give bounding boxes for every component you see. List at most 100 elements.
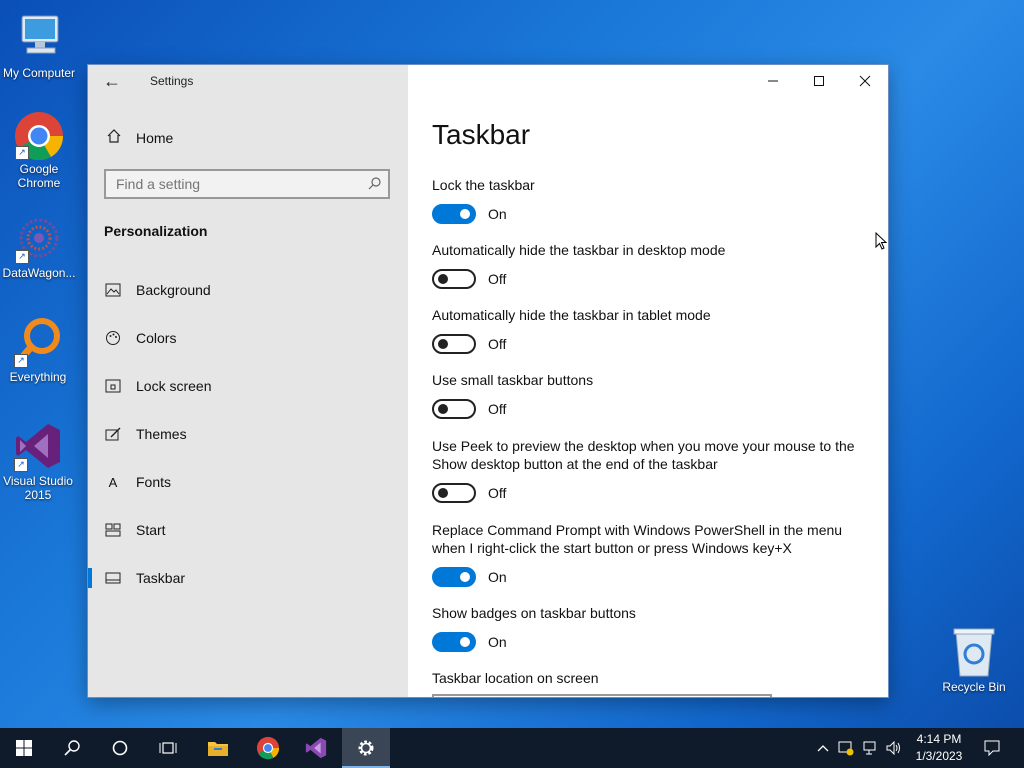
sidebar-item-fonts[interactable]: A Fonts [88,462,408,502]
toggle-switch[interactable] [432,567,476,587]
location-dropdown[interactable] [432,694,772,697]
volume-icon [886,741,900,755]
settings-taskbar-button[interactable] [342,728,390,768]
search-button[interactable] [48,728,96,768]
search-icon[interactable] [368,176,382,190]
back-arrow-icon: ← [103,71,121,91]
search-icon [64,740,80,756]
network-tray-button[interactable] [860,728,882,768]
sidebar-item-themes[interactable]: Themes [88,414,408,454]
toggle-switch[interactable] [432,632,476,652]
sidebar-item-background[interactable]: Background [88,270,408,310]
cortana-icon [112,740,128,756]
colors-icon [104,329,122,347]
setting-label: Taskbar location on screen [432,670,599,686]
chrome-taskbar-button[interactable] [244,728,292,768]
sidebar-item-label: Themes [136,426,187,442]
sidebar-item-start[interactable]: Start [88,510,408,550]
clock-date: 1/3/2023 [915,749,963,763]
toggle-switch[interactable] [432,483,476,503]
taskbar-icon [104,569,122,587]
toggle-switch[interactable] [432,204,476,224]
minimize-button[interactable] [750,65,796,97]
home-icon [104,128,124,148]
setting-small-buttons: Use small taskbar buttons Off [432,371,872,419]
desktop-icon-label: DataWagon... [2,266,76,280]
desktop-icon-datawagon[interactable]: ↗ DataWagon... [1,212,77,280]
mouse-cursor-icon [875,231,889,257]
setting-label: Automatically hide the taskbar in tablet… [432,307,711,323]
back-button[interactable]: ← [100,71,124,91]
close-button[interactable] [842,65,888,97]
toggle-switch[interactable] [432,334,476,354]
security-tray-button[interactable] [836,728,856,768]
setting-label: Replace Command Prompt with Windows Powe… [432,522,843,556]
close-icon [859,75,871,87]
shortcut-arrow-icon: ↗ [14,458,28,472]
start-icon [104,521,122,539]
chrome-icon [256,736,280,760]
desktop-icon-visual-studio[interactable]: ↗ Visual Studio 2015 [0,420,76,502]
windows-logo-icon [16,740,32,756]
section-title: Personalization [104,223,208,239]
setting-autohide-tablet: Automatically hide the taskbar in tablet… [432,306,872,354]
maximize-button[interactable] [796,65,842,97]
sidebar-item-label: Start [136,522,166,538]
lock-screen-icon [104,377,122,395]
toggle-switch[interactable] [432,399,476,419]
clock-time: 4:14 PM [916,732,962,746]
shortcut-arrow-icon: ↗ [14,354,28,368]
sidebar-item-taskbar[interactable]: Taskbar [88,558,408,598]
show-hidden-icons-button[interactable] [814,728,832,768]
notification-icon [984,740,1000,756]
action-center-button[interactable] [978,728,1006,768]
chevron-up-icon [817,745,829,752]
sidebar-item-lock-screen[interactable]: Lock screen [88,366,408,406]
toggle-state: Off [488,401,507,417]
visual-studio-taskbar-button[interactable] [292,728,340,768]
sidebar: ← Settings Home Personalization Backgrou… [88,65,408,697]
task-view-icon [159,742,177,754]
sidebar-item-label: Colors [136,330,177,346]
search-input[interactable] [106,171,366,197]
task-view-button[interactable] [144,728,192,768]
desktop-icon-recycle-bin[interactable]: Recycle Bin [936,626,1012,694]
home-link[interactable]: Home [104,127,173,149]
setting-badges: Show badges on taskbar buttons On [432,604,872,652]
volume-tray-button[interactable] [884,728,904,768]
titlebar: ← Settings [88,65,408,97]
sidebar-item-label: Lock screen [136,378,212,394]
sidebar-item-colors[interactable]: Colors [88,318,408,358]
datawagon-icon: ↗ [13,212,65,264]
taskbar: 4:14 PM 1/3/2023 [0,728,1024,768]
setting-label: Use small taskbar buttons [432,372,594,388]
search-box[interactable] [104,169,390,199]
desktop-icon-label: My Computer [2,66,76,80]
setting-label: Use Peek to preview the desktop when you… [432,438,855,472]
toggle-switch[interactable] [432,269,476,289]
desktop-icon-google-chrome[interactable]: ↗ Google Chrome [1,108,77,190]
desktop-icon-everything[interactable]: ↗ Everything [0,316,76,384]
visual-studio-icon [305,737,327,759]
clock[interactable]: 4:14 PM 1/3/2023 [906,731,972,765]
visual-studio-icon: ↗ [12,420,64,472]
my-computer-icon [13,12,65,64]
toggle-state: On [488,569,507,585]
toggle-state: Off [488,271,507,287]
sidebar-item-label: Background [136,282,211,298]
sidebar-item-label: Taskbar [136,570,186,586]
setting-lock-taskbar: Lock the taskbar On [432,176,872,224]
setting-label: Automatically hide the taskbar in deskto… [432,242,726,258]
setting-autohide-desktop: Automatically hide the taskbar in deskto… [432,241,872,289]
chrome-icon: ↗ [13,108,65,161]
file-explorer-button[interactable] [194,728,242,768]
desktop-icon-label: Recycle Bin [942,680,1006,694]
setting-location: Taskbar location on screen [432,669,872,687]
page-title: Taskbar [432,119,531,150]
everything-search-icon: ↗ [12,316,64,368]
security-alert-icon [838,741,854,756]
cortana-button[interactable] [96,728,144,768]
desktop-icon-my-computer[interactable]: My Computer [1,12,77,80]
themes-icon [104,425,122,443]
start-button[interactable] [0,728,48,768]
